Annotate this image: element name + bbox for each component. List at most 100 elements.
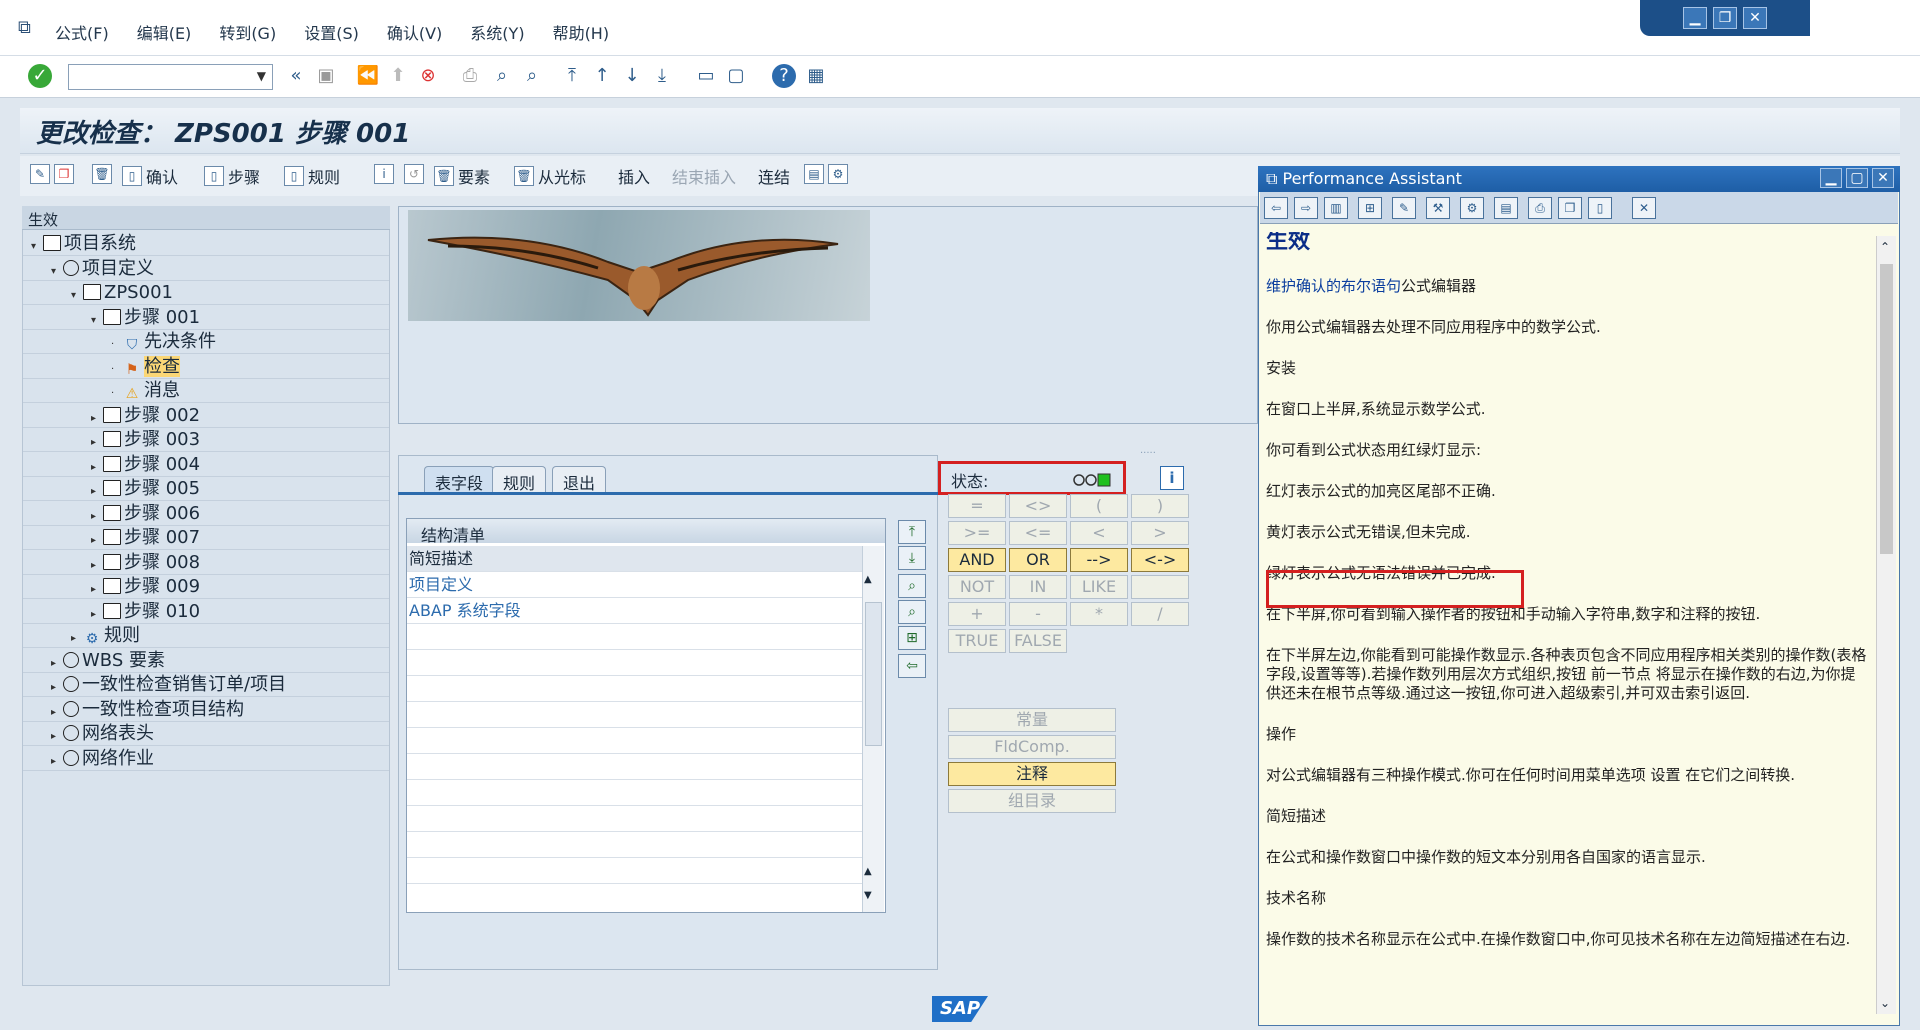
expand-arrow-icon[interactable]: ▾ [91, 309, 103, 333]
info-icon[interactable]: i [1160, 466, 1184, 490]
operator-button[interactable]: LIKE [1070, 575, 1128, 599]
operator-button[interactable] [1131, 575, 1189, 599]
scroll-up-icon[interactable]: ▲ [864, 866, 872, 877]
operator-button[interactable]: + [948, 602, 1006, 626]
enter-check-icon[interactable]: ✓ [28, 64, 52, 88]
tree-node[interactable]: ▸ 步骤 007 [23, 526, 389, 550]
double-left-icon[interactable]: « [284, 64, 308, 88]
library-icon[interactable]: ▥ [1324, 197, 1348, 219]
expand-arrow-icon[interactable]: ▸ [71, 627, 83, 651]
scroll-down-icon[interactable]: ⌄ [1880, 996, 1890, 1010]
operand-type-button[interactable]: 组目录 [948, 789, 1116, 813]
move-top-icon[interactable]: ⤒ [898, 520, 926, 544]
operator-button[interactable]: <= [1009, 521, 1067, 545]
tree-node[interactable]: ▸ 步骤 006 [23, 502, 389, 526]
tab-rules[interactable]: 规则 [492, 466, 547, 493]
operator-button[interactable]: FALSE [1009, 629, 1067, 653]
bookmark-icon[interactable]: ▤ [1494, 197, 1518, 219]
menu-item[interactable]: 公式(F) [55, 20, 109, 44]
expand-arrow-icon[interactable]: ▾ [71, 284, 83, 308]
copy-icon[interactable]: ❐ [1558, 197, 1582, 219]
expand-arrow-icon[interactable]: ▸ [91, 407, 103, 431]
minimize-icon[interactable]: ▁ [1820, 168, 1842, 188]
forward-icon[interactable]: ⇨ [1294, 197, 1318, 219]
menu-item[interactable]: 设置(S) [304, 20, 359, 44]
tree-node[interactable]: ▸ 步骤 003 [23, 428, 389, 452]
move-bottom-icon[interactable]: ⤓ [898, 546, 926, 570]
expand-arrow-icon[interactable]: ▸ [91, 480, 103, 504]
from-cursor-button[interactable]: 🗑 从光标 [514, 164, 586, 188]
help-icon[interactable]: ? [772, 64, 796, 88]
end-insert-button[interactable]: 结束插入 [672, 164, 736, 188]
expand-arrow-icon[interactable]: ▸ [51, 676, 63, 700]
document-icon[interactable]: ▯ [1588, 197, 1612, 219]
exit-icon[interactable]: ⬆ [386, 64, 410, 88]
operator-button[interactable]: IN [1009, 575, 1067, 599]
print-icon[interactable]: ⎙ [458, 64, 482, 88]
next-page-icon[interactable]: ↓ [620, 64, 644, 88]
tree-node[interactable]: · ⚑ 检查 [23, 355, 389, 379]
settings-icon[interactable]: ⚙ [1460, 197, 1484, 219]
expand-arrow-icon[interactable]: · [111, 382, 123, 406]
minimize-icon[interactable]: ▁ [1683, 7, 1707, 29]
tree-node[interactable]: ▾ ZPS001 [23, 281, 389, 305]
close-icon[interactable]: ✕ [1872, 168, 1894, 188]
tree-node[interactable]: ▸ ⚙ 规则 [23, 624, 389, 648]
operator-button[interactable]: <> [1009, 494, 1067, 518]
back-icon[interactable]: ⇦ [1264, 197, 1288, 219]
link-button[interactable]: 连结 [758, 164, 790, 188]
expand-arrow-icon[interactable]: ▸ [91, 431, 103, 455]
close-icon[interactable]: ✕ [1632, 197, 1656, 219]
expand-arrow-icon[interactable]: · [111, 358, 123, 382]
operator-button[interactable]: OR [1009, 548, 1067, 572]
insert-button[interactable]: 插入 [618, 164, 650, 188]
chevron-down-icon[interactable]: ▼ [257, 69, 266, 83]
tree-node[interactable]: ▸ 一致性检查项目结构 [23, 698, 389, 722]
tree-node[interactable]: · ⛉ 先决条件 [23, 330, 389, 354]
pa-link[interactable]: 维护确认的布尔语句 [1266, 277, 1401, 295]
tree-node[interactable]: ▾ 项目定义 [23, 257, 389, 281]
operand-type-button[interactable]: FldComp. [948, 735, 1116, 759]
menu-item[interactable]: 确认(V) [387, 20, 442, 44]
tree-node[interactable]: ▸ 步骤 008 [23, 551, 389, 575]
operator-button[interactable]: --> [1070, 548, 1128, 572]
undo-icon[interactable]: ↺ [404, 164, 424, 184]
tree-node[interactable]: ▾ 项目系统 [23, 232, 389, 256]
structure-icon[interactable]: ⊞ [1358, 197, 1382, 219]
pa-scrollbar[interactable]: ⌃ ⌄ [1876, 236, 1896, 1014]
expand-arrow-icon[interactable]: ▸ [91, 529, 103, 553]
expand-arrow-icon[interactable]: ▸ [91, 456, 103, 480]
expand-arrow-icon[interactable]: ▸ [91, 603, 103, 627]
scroll-thumb[interactable] [1880, 264, 1893, 554]
find-icon[interactable]: ⌕ [490, 64, 514, 88]
menu-item[interactable]: 转到(G) [219, 20, 276, 44]
operator-button[interactable]: * [1070, 602, 1128, 626]
tree-node[interactable]: ▸ 步骤 010 [23, 600, 389, 624]
tab-exit[interactable]: 退出 [552, 466, 607, 493]
find-icon[interactable]: ⌕ [898, 574, 926, 598]
info-icon[interactable]: i [374, 164, 394, 184]
scroll-down-icon[interactable]: ▼ [864, 890, 872, 901]
prev-page-icon[interactable]: ↑ [590, 64, 614, 88]
find-next-icon[interactable]: ⌕ [520, 64, 544, 88]
expand-arrow-icon[interactable]: ▾ [51, 260, 63, 284]
expand-arrow-icon[interactable]: ▸ [51, 750, 63, 774]
layout-icon[interactable]: ▦ [804, 64, 828, 88]
operand-type-button[interactable]: 注释 [948, 762, 1116, 786]
shortcut-icon[interactable]: ▢ [724, 64, 748, 88]
operator-button[interactable]: ) [1131, 494, 1189, 518]
menu-item[interactable]: 系统(Y) [470, 20, 524, 44]
tree-node[interactable]: ▸ 步骤 005 [23, 477, 389, 501]
tree-node[interactable]: ▸ 步骤 009 [23, 575, 389, 599]
hierarchy-icon[interactable]: ⊞ [898, 626, 926, 650]
list-item[interactable]: 简短描述 [407, 546, 862, 572]
element-button[interactable]: 🗑 要素 [434, 164, 490, 188]
table-settings-icon[interactable]: ▤ ⚙ [804, 164, 848, 184]
expand-arrow-icon[interactable]: ▸ [51, 652, 63, 676]
splitter-handle[interactable]: ····· [1140, 448, 1156, 459]
confirm-button[interactable]: ▯ 确认 [122, 164, 178, 188]
operator-button[interactable]: = [948, 494, 1006, 518]
system-menu-icon[interactable]: ⧉ [18, 17, 31, 38]
operator-button[interactable]: < [1070, 521, 1128, 545]
scroll-up-icon[interactable]: ▲ [864, 574, 872, 585]
